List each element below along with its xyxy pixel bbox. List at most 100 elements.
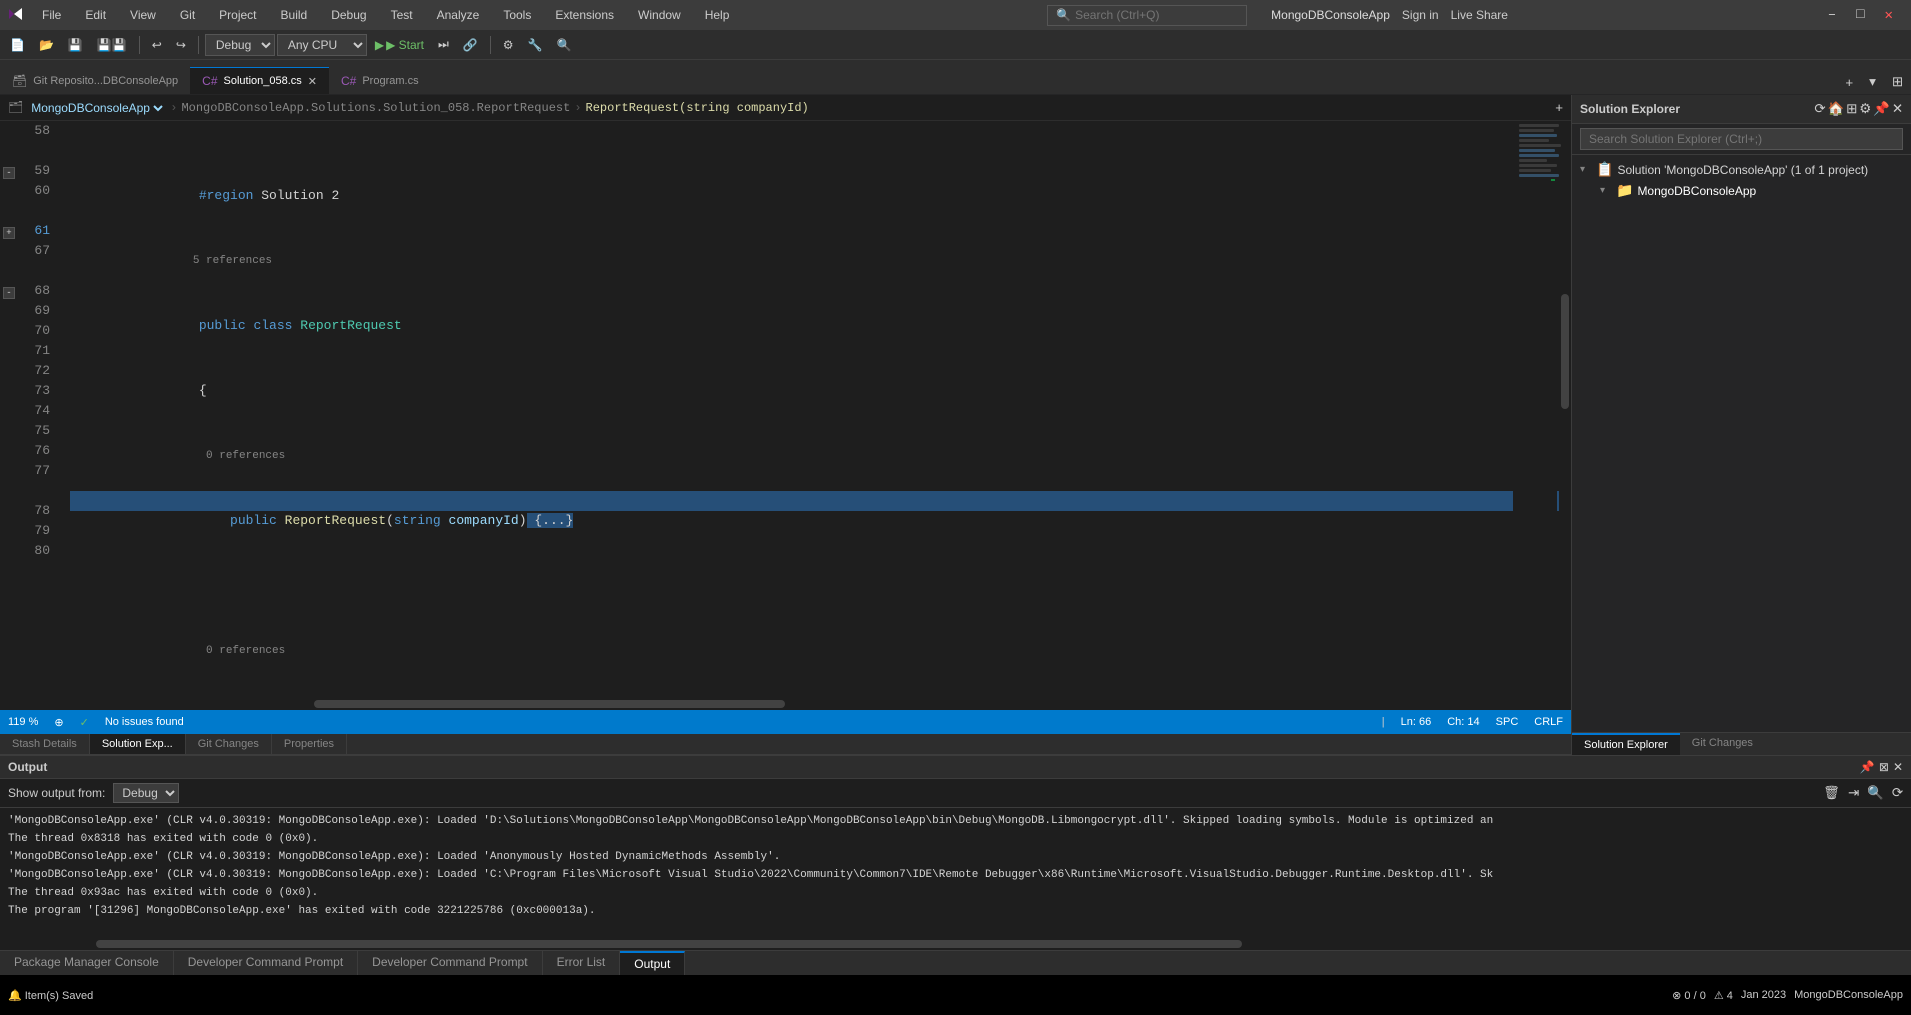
split-editor-btn[interactable]: ⊞ — [1884, 70, 1911, 94]
se-tree: ▾ 📋 Solution 'MongoDBConsoleApp' (1 of 1… — [1572, 155, 1911, 732]
se-search-input[interactable] — [1580, 128, 1903, 150]
menu-tools[interactable]: Tools — [495, 4, 539, 26]
menu-build[interactable]: Build — [273, 4, 316, 26]
vertical-scrollbar[interactable] — [1559, 121, 1571, 698]
tree-solution[interactable]: ▾ 📋 Solution 'MongoDBConsoleApp' (1 of 1… — [1572, 159, 1911, 180]
se-pin-btn[interactable]: 📌 — [1873, 101, 1890, 117]
ref-line-0refs-1[interactable]: 0 references — [70, 426, 1559, 446]
toolbar-btn-extra3[interactable]: 🔍 — [551, 36, 578, 54]
breadcrumb-member[interactable]: ReportRequest(string companyId) — [586, 101, 809, 115]
output-horiz-scroll[interactable] — [0, 938, 1911, 950]
se-filter-btn[interactable]: ⊞ — [1846, 101, 1857, 117]
git-repos-tab[interactable]: 🗃 Git Reposito...DBConsoleApp — [0, 68, 190, 94]
tab-overflow-btn[interactable]: ▾ — [1861, 70, 1884, 94]
toolbar-btn-extra1[interactable]: ⚙ — [497, 36, 520, 54]
main-area: 🗂 MongoDBConsoleApp › MongoDBConsoleApp.… — [0, 95, 1911, 755]
output-sync-btn[interactable]: ⟳ — [1892, 785, 1903, 801]
menu-help[interactable]: Help — [697, 4, 738, 26]
open-btn[interactable]: 📂 — [33, 36, 60, 54]
start-btn[interactable]: ▶ ▶ Start — [369, 36, 430, 54]
app-label: MongoDBConsoleApp — [1794, 989, 1903, 1001]
menu-debug[interactable]: Debug — [323, 4, 374, 26]
output-source-select[interactable]: Debug — [113, 783, 179, 803]
output-text[interactable]: 'MongoDBConsoleApp.exe' (CLR v4.0.30319:… — [0, 808, 1911, 938]
undo-btn[interactable]: ↩ — [146, 36, 168, 54]
maximize-button[interactable]: □ — [1846, 7, 1874, 24]
redo-btn[interactable]: ↪ — [170, 36, 192, 54]
ref-line-0refs-2[interactable]: 0 references — [70, 621, 1559, 641]
minimize-button[interactable]: – — [1818, 7, 1846, 24]
cs-file-icon: C# — [202, 74, 217, 88]
new-project-btn[interactable]: 📄 — [4, 36, 31, 54]
solution-cs-tab[interactable]: C# Solution_058.cs ✕ — [190, 67, 329, 94]
tab-close-icon[interactable]: ✕ — [308, 75, 317, 88]
git-changes-tab[interactable]: Git Changes — [186, 734, 272, 754]
output-wrap-btn[interactable]: ⇥ — [1848, 785, 1859, 801]
menu-extensions[interactable]: Extensions — [547, 4, 622, 26]
debug-mode-dropdown[interactable]: Debug — [205, 34, 275, 56]
code-line-67 — [70, 556, 1559, 576]
solution-explorer-tab[interactable]: Solution Exp... — [90, 734, 186, 754]
tree-project[interactable]: ▾ 📁 MongoDBConsoleApp — [1572, 180, 1911, 201]
se-home-btn[interactable]: 🏠 — [1827, 101, 1844, 117]
step-over-btn[interactable]: ⏭ — [432, 35, 455, 54]
output-find-btn[interactable]: 🔍 — [1867, 785, 1884, 801]
cursor-position[interactable]: Ln: 66 — [1401, 716, 1432, 728]
menu-project[interactable]: Project — [211, 4, 264, 26]
menu-file[interactable]: File — [34, 4, 69, 26]
menu-edit[interactable]: Edit — [77, 4, 114, 26]
menu-git[interactable]: Git — [172, 4, 203, 26]
menu-analyze[interactable]: Analyze — [429, 4, 488, 26]
error-list-tab[interactable]: Error List — [543, 951, 621, 975]
output-h-thumb[interactable] — [96, 940, 1243, 948]
menu-window[interactable]: Window — [630, 4, 689, 26]
se-close-btn[interactable]: ✕ — [1892, 101, 1903, 117]
output-pin-btn[interactable]: 📌 — [1860, 760, 1875, 774]
program-cs-tab[interactable]: C# Program.cs — [329, 67, 431, 94]
output-clear-btn[interactable]: 🗑 — [1823, 785, 1840, 801]
encoding-label[interactable]: SPC — [1496, 716, 1519, 728]
menu-view[interactable]: View — [122, 4, 164, 26]
se-header: Solution Explorer ⟳ 🏠 ⊞ ⚙ 📌 ✕ — [1572, 95, 1911, 124]
fold-btn-59[interactable]: - — [3, 167, 15, 179]
global-search-box[interactable]: 🔍 — [1047, 5, 1247, 26]
breadcrumb-expand-btn[interactable]: + — [1555, 100, 1563, 115]
output-close-btn[interactable]: ✕ — [1893, 760, 1903, 774]
se-tab-git[interactable]: Git Changes — [1680, 733, 1765, 755]
pkg-mgr-tab[interactable]: Package Manager Console — [0, 951, 174, 975]
breadcrumb-project-select[interactable]: MongoDBConsoleApp — [27, 100, 166, 116]
se-tab-solution[interactable]: Solution Explorer — [1572, 733, 1680, 755]
save-btn[interactable]: 💾 — [62, 36, 89, 54]
output-tab[interactable]: Output — [620, 951, 685, 975]
no-issues-icon: ✓ — [80, 716, 89, 729]
properties-tab[interactable]: Properties — [272, 734, 347, 754]
cpu-dropdown[interactable]: Any CPU — [277, 34, 367, 56]
new-tab-btn[interactable]: + — [1837, 71, 1861, 94]
ref-line-5refs[interactable]: 5 references — [70, 231, 1559, 251]
se-sync-btn[interactable]: ⟳ — [1814, 101, 1825, 117]
live-share-btn[interactable]: Live Share — [1451, 8, 1508, 22]
global-search-input[interactable] — [1075, 8, 1235, 22]
se-settings-btn[interactable]: ⚙ — [1859, 101, 1871, 117]
line-ending-label[interactable]: CRLF — [1534, 716, 1563, 728]
horizontal-scrollbar[interactable] — [0, 698, 1571, 710]
dev-cmd-tab-2[interactable]: Developer Command Prompt — [358, 951, 542, 975]
fold-btn-68[interactable]: - — [3, 287, 15, 299]
panel-side-tabs: Stash Details Solution Exp... Git Change… — [0, 734, 1571, 755]
h-scroll-thumb[interactable] — [314, 700, 785, 708]
dev-cmd-tab-1[interactable]: Developer Command Prompt — [174, 951, 358, 975]
code-editor[interactable]: #region Solution 2 5 references public c… — [62, 121, 1559, 698]
stash-details-tab[interactable]: Stash Details — [0, 734, 90, 754]
menu-test[interactable]: Test — [383, 4, 421, 26]
output-float-btn[interactable]: ⊠ — [1879, 760, 1889, 774]
attach-btn[interactable]: 🔗 — [457, 36, 484, 54]
close-button[interactable]: ✕ — [1875, 7, 1903, 24]
save-all-btn[interactable]: 💾💾 — [91, 36, 133, 54]
zoom-level[interactable]: 119 % — [8, 716, 38, 728]
fold-btn-61[interactable]: + — [3, 227, 15, 239]
scroll-thumb[interactable] — [1561, 294, 1569, 409]
column-position[interactable]: Ch: 14 — [1447, 716, 1479, 728]
toolbar-btn-extra2[interactable]: 🔧 — [522, 36, 549, 54]
breadcrumb-namespace[interactable]: MongoDBConsoleApp.Solutions.Solution_058… — [181, 101, 570, 115]
sign-in-btn[interactable]: Sign in — [1402, 8, 1439, 22]
